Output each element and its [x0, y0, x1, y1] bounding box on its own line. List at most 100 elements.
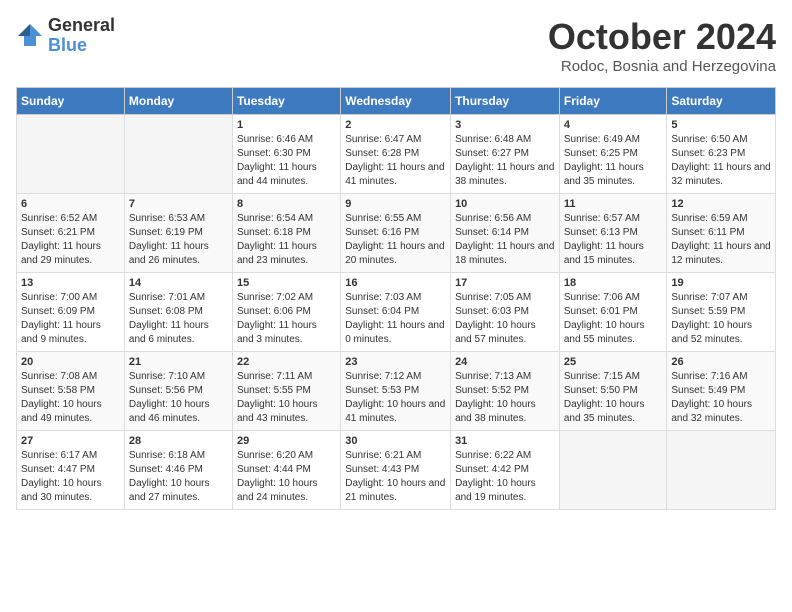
day-info: Sunrise: 7:06 AMSunset: 6:01 PMDaylight:…: [564, 291, 663, 347]
day-number: 22: [237, 356, 336, 368]
calendar-cell: [667, 431, 776, 510]
day-number: 7: [129, 198, 228, 210]
calendar-cell: 15 Sunrise: 7:02 AMSunset: 6:06 PMDayligh…: [232, 273, 340, 352]
day-number: 27: [21, 435, 120, 447]
weekday-header-sunday: Sunday: [17, 88, 125, 115]
calendar-cell: 22 Sunrise: 7:11 AMSunset: 5:55 PMDayligh…: [232, 352, 340, 431]
day-info: Sunrise: 7:16 AMSunset: 5:49 PMDaylight:…: [671, 370, 771, 426]
day-info: Sunrise: 6:21 AMSunset: 4:43 PMDaylight:…: [345, 449, 446, 505]
calendar-cell: [559, 431, 667, 510]
day-info: Sunrise: 6:47 AMSunset: 6:28 PMDaylight:…: [345, 133, 446, 189]
calendar-cell: 27Sunrise: 6:17 AMSunset: 4:47 PMDayligh…: [17, 431, 125, 510]
week-row-5: 27Sunrise: 6:17 AMSunset: 4:47 PMDayligh…: [17, 431, 776, 510]
day-info: Sunrise: 6:22 AMSunset: 4:42 PMDaylight:…: [455, 449, 555, 505]
title-section: October 2024 Rodoc, Bosnia and Herzegovi…: [548, 16, 776, 75]
calendar-cell: 20 Sunrise: 7:08 AMSunset: 5:58 PMDayligh…: [17, 352, 125, 431]
month-title: October 2024: [548, 16, 776, 58]
day-number: 31: [455, 435, 555, 447]
day-number: 16: [345, 277, 446, 289]
day-number: 15: [237, 277, 336, 289]
day-info: Sunrise: 7:01 AMSunset: 6:08 PMDaylight:…: [129, 291, 228, 347]
calendar-cell: 7 Sunrise: 6:53 AMSunset: 6:19 PMDaylight…: [124, 194, 232, 273]
calendar-cell: 14Sunrise: 7:01 AMSunset: 6:08 PMDayligh…: [124, 273, 232, 352]
calendar-cell: 18 Sunrise: 7:06 AMSunset: 6:01 PMDayligh…: [559, 273, 667, 352]
day-number: 3: [455, 119, 555, 131]
weekday-header-row: SundayMondayTuesdayWednesdayThursdayFrid…: [17, 88, 776, 115]
day-number: 26: [671, 356, 771, 368]
calendar-cell: [124, 115, 232, 194]
calendar-cell: 11 Sunrise: 6:57 AMSunset: 6:13 PMDayligh…: [559, 194, 667, 273]
day-number: 25: [564, 356, 663, 368]
calendar-cell: 16 Sunrise: 7:03 AMSunset: 6:04 PMDayligh…: [341, 273, 451, 352]
calendar-cell: 26 Sunrise: 7:16 AMSunset: 5:49 PMDayligh…: [667, 352, 776, 431]
page-header: General Blue October 2024 Rodoc, Bosnia …: [16, 16, 776, 75]
day-info: Sunrise: 7:03 AMSunset: 6:04 PMDaylight:…: [345, 291, 446, 347]
weekday-header-monday: Monday: [124, 88, 232, 115]
day-info: Sunrise: 7:02 AMSunset: 6:06 PMDaylight:…: [237, 291, 336, 347]
day-info: Sunrise: 7:08 AMSunset: 5:58 PMDaylight:…: [21, 370, 120, 426]
day-info: Sunrise: 7:15 AMSunset: 5:50 PMDaylight:…: [564, 370, 663, 426]
calendar-cell: 13Sunrise: 7:00 AMSunset: 6:09 PMDayligh…: [17, 273, 125, 352]
logo-text: General Blue: [48, 16, 115, 56]
day-info: Sunrise: 6:48 AMSunset: 6:27 PMDaylight:…: [455, 133, 555, 189]
weekday-header-friday: Friday: [559, 88, 667, 115]
calendar-cell: 31 Sunrise: 6:22 AMSunset: 4:42 PMDayligh…: [451, 431, 560, 510]
day-info: Sunrise: 6:18 AMSunset: 4:46 PMDaylight:…: [129, 449, 228, 505]
logo: General Blue: [16, 16, 115, 56]
day-info: Sunrise: 6:49 AMSunset: 6:25 PMDaylight:…: [564, 133, 663, 189]
week-row-1: 1Sunrise: 6:46 AMSunset: 6:30 PMDaylight…: [17, 115, 776, 194]
calendar-cell: 25 Sunrise: 7:15 AMSunset: 5:50 PMDayligh…: [559, 352, 667, 431]
calendar-cell: 2 Sunrise: 6:47 AMSunset: 6:28 PMDaylight…: [341, 115, 451, 194]
day-number: 4: [564, 119, 663, 131]
day-info: Sunrise: 7:12 AMSunset: 5:53 PMDaylight:…: [345, 370, 446, 426]
calendar-cell: 6 Sunrise: 6:52 AMSunset: 6:21 PMDaylight…: [17, 194, 125, 273]
day-number: 5: [671, 119, 771, 131]
logo-icon: [16, 22, 44, 50]
calendar-cell: 19Sunrise: 7:07 AMSunset: 5:59 PMDayligh…: [667, 273, 776, 352]
calendar-cell: 3 Sunrise: 6:48 AMSunset: 6:27 PMDaylight…: [451, 115, 560, 194]
week-row-2: 6 Sunrise: 6:52 AMSunset: 6:21 PMDaylight…: [17, 194, 776, 273]
day-number: 17: [455, 277, 555, 289]
day-info: Sunrise: 6:57 AMSunset: 6:13 PMDaylight:…: [564, 212, 663, 268]
day-number: 24: [455, 356, 555, 368]
day-number: 8: [237, 198, 336, 210]
day-number: 9: [345, 198, 446, 210]
day-info: Sunrise: 7:05 AMSunset: 6:03 PMDaylight:…: [455, 291, 555, 347]
day-info: Sunrise: 6:20 AMSunset: 4:44 PMDaylight:…: [237, 449, 336, 505]
weekday-header-saturday: Saturday: [667, 88, 776, 115]
day-info: Sunrise: 6:54 AMSunset: 6:18 PMDaylight:…: [237, 212, 336, 268]
day-number: 29: [237, 435, 336, 447]
calendar-table: SundayMondayTuesdayWednesdayThursdayFrid…: [16, 87, 776, 510]
week-row-4: 20 Sunrise: 7:08 AMSunset: 5:58 PMDayligh…: [17, 352, 776, 431]
day-info: Sunrise: 6:53 AMSunset: 6:19 PMDaylight:…: [129, 212, 228, 268]
day-number: 6: [21, 198, 120, 210]
day-info: Sunrise: 6:52 AMSunset: 6:21 PMDaylight:…: [21, 212, 120, 268]
day-info: Sunrise: 7:00 AMSunset: 6:09 PMDaylight:…: [21, 291, 120, 347]
day-info: Sunrise: 6:56 AMSunset: 6:14 PMDaylight:…: [455, 212, 555, 268]
calendar-cell: [17, 115, 125, 194]
day-number: 11: [564, 198, 663, 210]
calendar-cell: 12 Sunrise: 6:59 AMSunset: 6:11 PMDayligh…: [667, 194, 776, 273]
location: Rodoc, Bosnia and Herzegovina: [548, 58, 776, 75]
day-info: Sunrise: 7:13 AMSunset: 5:52 PMDaylight:…: [455, 370, 555, 426]
day-info: Sunrise: 7:07 AMSunset: 5:59 PMDaylight:…: [671, 291, 771, 347]
day-info: Sunrise: 6:55 AMSunset: 6:16 PMDaylight:…: [345, 212, 446, 268]
day-number: 2: [345, 119, 446, 131]
day-info: Sunrise: 7:10 AMSunset: 5:56 PMDaylight:…: [129, 370, 228, 426]
calendar-cell: 23Sunrise: 7:12 AMSunset: 5:53 PMDayligh…: [341, 352, 451, 431]
day-info: Sunrise: 7:11 AMSunset: 5:55 PMDaylight:…: [237, 370, 336, 426]
calendar-cell: 4 Sunrise: 6:49 AMSunset: 6:25 PMDaylight…: [559, 115, 667, 194]
day-number: 18: [564, 277, 663, 289]
day-number: 28: [129, 435, 228, 447]
day-number: 12: [671, 198, 771, 210]
day-number: 20: [21, 356, 120, 368]
calendar-cell: 28 Sunrise: 6:18 AMSunset: 4:46 PMDayligh…: [124, 431, 232, 510]
logo-blue: Blue: [48, 36, 115, 56]
day-number: 30: [345, 435, 446, 447]
day-number: 10: [455, 198, 555, 210]
day-info: Sunrise: 6:59 AMSunset: 6:11 PMDaylight:…: [671, 212, 771, 268]
calendar-cell: 9 Sunrise: 6:55 AMSunset: 6:16 PMDaylight…: [341, 194, 451, 273]
weekday-header-tuesday: Tuesday: [232, 88, 340, 115]
day-number: 21: [129, 356, 228, 368]
day-info: Sunrise: 6:46 AMSunset: 6:30 PMDaylight:…: [237, 133, 336, 189]
